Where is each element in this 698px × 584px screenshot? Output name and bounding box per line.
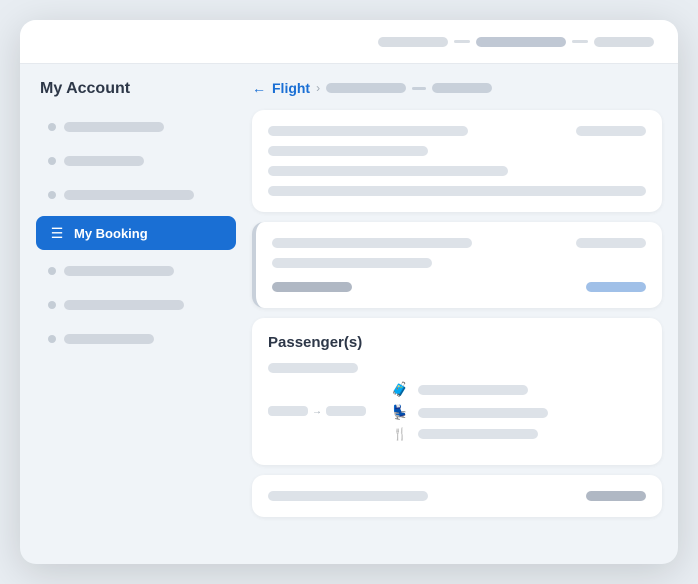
breadcrumb: ← Flight › bbox=[252, 80, 662, 96]
sidebar-dot-1 bbox=[48, 123, 56, 131]
flight-info-card-2 bbox=[252, 222, 662, 308]
sidebar-dot-6 bbox=[48, 301, 56, 309]
bottom-main-bar bbox=[268, 491, 428, 501]
header-dash-2 bbox=[572, 40, 588, 43]
breadcrumb-chevron-icon: › bbox=[316, 81, 320, 95]
sidebar-dot-3 bbox=[48, 191, 56, 199]
flight-route: → bbox=[268, 406, 366, 417]
sidebar-item-7[interactable] bbox=[36, 326, 236, 352]
card1-bar-1b bbox=[576, 126, 646, 136]
luggage-row: 🧳 bbox=[390, 381, 548, 398]
card1-lines bbox=[268, 126, 646, 196]
seat-row: 💺 bbox=[390, 404, 548, 421]
card1-bar-4a bbox=[268, 186, 646, 196]
breadcrumb-dash bbox=[412, 87, 426, 90]
breadcrumb-flight: Flight bbox=[272, 80, 310, 96]
luggage-icon: 🧳 bbox=[390, 381, 410, 398]
sidebar-bar-2 bbox=[64, 156, 144, 166]
sidebar-item-1[interactable] bbox=[36, 114, 236, 140]
card1-bar-3a bbox=[268, 166, 508, 176]
bottom-card bbox=[252, 475, 662, 517]
right-panel: ← Flight › bbox=[252, 80, 662, 548]
card1-row-1 bbox=[268, 126, 646, 136]
route-arrow-icon: → bbox=[312, 406, 322, 417]
card1-row-3 bbox=[268, 166, 646, 176]
sidebar-dot-7 bbox=[48, 335, 56, 343]
flight-info-card-1 bbox=[252, 110, 662, 212]
sidebar-item-my-booking[interactable]: ☰ My Booking bbox=[36, 216, 236, 250]
sidebar-bar-3 bbox=[64, 190, 194, 200]
breadcrumb-pill-1 bbox=[326, 83, 406, 93]
breadcrumb-pill-2 bbox=[432, 83, 492, 93]
sidebar-item-label-my-booking: My Booking bbox=[74, 226, 148, 241]
sidebar-dot-5 bbox=[48, 267, 56, 275]
card1-bar-1a bbox=[268, 126, 468, 136]
back-arrow-icon[interactable]: ← bbox=[252, 80, 266, 96]
header-pill-1 bbox=[378, 37, 448, 47]
card2-bar-2a bbox=[272, 258, 432, 268]
sidebar-item-6[interactable] bbox=[36, 292, 236, 318]
meal-icon: 🍴 bbox=[390, 427, 410, 441]
seat-bar bbox=[418, 408, 548, 418]
sidebar-title: My Account bbox=[36, 80, 236, 98]
card1-row-4 bbox=[268, 186, 646, 196]
title-bar bbox=[20, 20, 678, 64]
sidebar-bar-7 bbox=[64, 334, 154, 344]
header-dash-1 bbox=[454, 40, 470, 43]
sidebar-item-5[interactable] bbox=[36, 258, 236, 284]
card1-bar-2a bbox=[268, 146, 428, 156]
seat-icon: 💺 bbox=[390, 404, 410, 421]
flight-route-row bbox=[268, 363, 646, 373]
main-content: My Account ☰ My Booking bbox=[20, 64, 678, 564]
card2-row-1 bbox=[272, 238, 646, 248]
card2-action-pill[interactable] bbox=[586, 282, 646, 292]
card2-bar-1a bbox=[272, 238, 472, 248]
main-window: My Account ☰ My Booking bbox=[20, 20, 678, 564]
sidebar-item-3[interactable] bbox=[36, 182, 236, 208]
sidebar-bar-5 bbox=[64, 266, 174, 276]
meal-row: 🍴 bbox=[390, 427, 548, 441]
sidebar: My Account ☰ My Booking bbox=[36, 80, 236, 548]
passengers-card: Passenger(s) → 🧳 bbox=[252, 318, 662, 465]
sidebar-bar-6 bbox=[64, 300, 184, 310]
meal-bar bbox=[418, 429, 538, 439]
bottom-card-row bbox=[268, 491, 646, 501]
sidebar-bar-1 bbox=[64, 122, 164, 132]
dest-box bbox=[326, 406, 366, 416]
bottom-action-bar[interactable] bbox=[586, 491, 646, 501]
sidebar-item-2[interactable] bbox=[36, 148, 236, 174]
card2-bar-1b bbox=[576, 238, 646, 248]
header-pill-2 bbox=[476, 37, 566, 47]
card2-bottom-row bbox=[272, 282, 646, 292]
card2-lines bbox=[272, 238, 646, 292]
origin-box bbox=[268, 406, 308, 416]
header-pills bbox=[378, 37, 654, 47]
route-label-bar bbox=[268, 363, 358, 373]
passengers-title: Passenger(s) bbox=[268, 334, 646, 351]
booking-icon: ☰ bbox=[48, 224, 66, 242]
card2-status-pill bbox=[272, 282, 352, 292]
luggage-bar-1 bbox=[418, 385, 528, 395]
card2-row-2 bbox=[272, 258, 646, 268]
header-pill-3 bbox=[594, 37, 654, 47]
card1-row-2 bbox=[268, 146, 646, 156]
route-row: → 🧳 💺 bbox=[268, 381, 646, 441]
sidebar-dot-2 bbox=[48, 157, 56, 165]
